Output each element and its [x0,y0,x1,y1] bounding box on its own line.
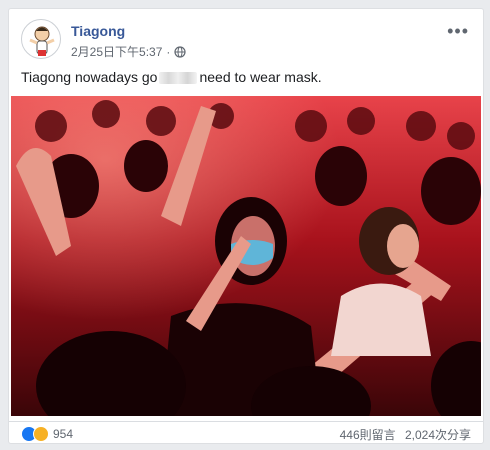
author-name[interactable]: Tiagong [71,23,125,39]
post-text: Tiagong nowadays go need to wear mask. [21,69,322,85]
post-meta: 2月25日下午5:37 · [71,43,186,60]
shares-count[interactable]: 2,024次分享 [405,428,471,442]
author-avatar[interactable] [21,19,61,59]
reactions-summary[interactable]: 954 [21,426,73,442]
facebook-post: Tiagong 2月25日下午5:37 · ••• Tiagong nowada… [8,8,484,444]
post-photo[interactable] [11,96,481,416]
crowd-photo [11,96,481,416]
post-stats: 446則留言 2,024次分享 [334,426,471,443]
meta-separator: · [166,44,171,59]
globe-icon [174,45,186,58]
avatar-cartoon-icon [29,26,55,56]
post-timestamp[interactable]: 2月25日下午5:37 [71,43,162,60]
post-footer: 954 446則留言 2,024次分享 [9,421,483,443]
reaction-count: 954 [53,427,74,441]
more-dots-icon[interactable]: ••• [447,21,469,42]
censored-text-blur [159,72,198,85]
post-text-end: need to wear mask. [199,69,322,85]
haha-reaction-icon [33,426,49,442]
comments-count[interactable]: 446則留言 [340,428,396,442]
post-header: Tiagong 2月25日下午5:37 · ••• [21,19,473,67]
post-text-start: Tiagong nowadays go [21,69,158,85]
